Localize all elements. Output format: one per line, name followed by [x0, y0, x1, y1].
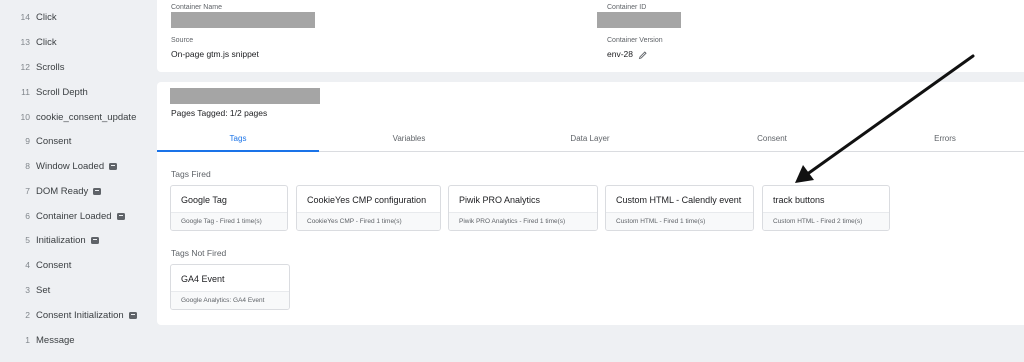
event-label: Consent [36, 135, 72, 147]
redacted-page-title [170, 88, 320, 104]
event-number: 3 [25, 285, 30, 295]
tag-name: track buttons [773, 195, 825, 205]
event-label: Container Loaded [36, 210, 112, 222]
event-label: Scroll Depth [36, 86, 88, 98]
pencil-icon[interactable] [638, 50, 648, 60]
tag-fired-count: Piwik PRO Analytics - Fired 1 time(s) [449, 212, 597, 230]
gtm-event-badge-icon [116, 212, 125, 220]
not-fired-tag-card[interactable]: GA4 Event Google Analytics: GA4 Event [170, 264, 290, 310]
tag-fired-count: Google Tag - Fired 1 time(s) [171, 212, 287, 230]
sidebar-event-item[interactable]: 10 cookie_consent_update [0, 106, 155, 128]
sidebar-event-item[interactable]: 2 Consent Initialization [0, 304, 155, 326]
tab-errors[interactable]: Errors [865, 126, 1024, 152]
tab-consent[interactable]: Consent [692, 126, 852, 152]
sidebar-event-item[interactable]: 14 Click [0, 6, 155, 28]
tab-data-layer[interactable]: Data Layer [510, 126, 670, 152]
sidebar-event-item[interactable]: 13 Click [0, 31, 155, 53]
event-label: Consent [36, 259, 72, 271]
event-label: Set [36, 284, 51, 296]
gtm-event-badge-icon [128, 311, 137, 319]
gtm-event-badge-icon [90, 236, 99, 244]
container-version-value: env-28 [607, 49, 633, 59]
event-label: Click [36, 11, 57, 23]
sidebar-event-item[interactable]: 3 Set [0, 279, 155, 301]
sidebar-event-item[interactable]: 9 Consent [0, 130, 155, 152]
tag-name: GA4 Event [181, 274, 225, 284]
event-label: Consent Initialization [36, 309, 124, 321]
tag-name: Google Tag [181, 195, 227, 205]
event-label: Click [36, 36, 57, 48]
event-label: cookie_consent_update [36, 111, 137, 123]
event-number: 4 [25, 260, 30, 270]
event-number: 2 [25, 310, 30, 320]
container-version-label: Container Version [607, 37, 663, 44]
tags-fired-heading: Tags Fired [171, 169, 211, 179]
sidebar-event-item[interactable]: 12 Scrolls [0, 56, 155, 78]
tab-tags[interactable]: Tags [157, 126, 319, 152]
tag-name: CookieYes CMP configuration [307, 195, 427, 205]
fired-tag-card[interactable]: Piwik PRO Analytics Piwik PRO Analytics … [448, 185, 598, 231]
sidebar-event-item[interactable]: 6 Container Loaded [0, 205, 155, 227]
event-label: Scrolls [36, 61, 65, 73]
event-label: Initialization [36, 234, 86, 246]
tags-not-fired-heading: Tags Not Fired [171, 248, 227, 258]
tag-fired-count: CookieYes CMP - Fired 1 time(s) [297, 212, 440, 230]
event-number: 13 [20, 37, 30, 47]
pages-tagged: Pages Tagged: 1/2 pages [171, 108, 268, 118]
event-number: 12 [20, 62, 30, 72]
event-number: 9 [25, 136, 30, 146]
event-number: 6 [25, 211, 30, 221]
sidebar-event-item[interactable]: 4 Consent [0, 254, 155, 276]
event-timeline-sidebar: 14 Click 13 Click 12 Scrolls 11 Scroll D… [0, 0, 155, 362]
event-number: 11 [21, 87, 30, 97]
fired-tag-card[interactable]: CookieYes CMP configuration CookieYes CM… [296, 185, 441, 231]
tag-fired-count: Custom HTML - Fired 1 time(s) [606, 212, 753, 230]
container-name-label: Container Name [171, 4, 222, 11]
event-number: 14 [20, 12, 30, 22]
sidebar-event-item[interactable]: 7 DOM Ready [0, 180, 155, 202]
sidebar-event-item[interactable]: 8 Window Loaded [0, 155, 155, 177]
fired-tag-card[interactable]: Google Tag Google Tag - Fired 1 time(s) [170, 185, 288, 231]
event-number: 8 [25, 161, 30, 171]
event-number: 1 [25, 335, 30, 345]
event-label: DOM Ready [36, 185, 89, 197]
source-label: Source [171, 37, 194, 44]
event-number: 10 [20, 112, 30, 122]
gtm-event-badge-icon [93, 187, 102, 195]
event-label: Message [36, 334, 75, 346]
sidebar-event-item[interactable]: 11 Scroll Depth [0, 81, 155, 103]
tag-summary-card: Pages Tagged: 1/2 pages Tags Variables D… [157, 82, 1024, 325]
event-number: 5 [25, 235, 30, 245]
tag-fired-count: Custom HTML - Fired 2 time(s) [763, 212, 889, 230]
event-label: Window Loaded [36, 160, 105, 172]
tag-type: Google Analytics: GA4 Event [171, 291, 289, 309]
tag-name: Custom HTML - Calendly event [616, 195, 742, 205]
tab-bar: Tags Variables Data Layer Consent Errors [157, 126, 1024, 152]
tab-variables[interactable]: Variables [329, 126, 489, 152]
sidebar-event-item[interactable]: 1 Message [0, 329, 155, 351]
sidebar-event-item[interactable]: 5 Initialization [0, 229, 155, 251]
source-value: On-page gtm.js snippet [171, 49, 259, 59]
fired-tag-card[interactable]: Custom HTML - Calendly event Custom HTML… [605, 185, 754, 231]
event-number: 7 [25, 186, 30, 196]
fired-tag-card[interactable]: track buttons Custom HTML - Fired 2 time… [762, 185, 890, 231]
tag-name: Piwik PRO Analytics [459, 195, 541, 205]
redacted-container-name [171, 12, 315, 28]
redacted-container-id [597, 12, 681, 28]
gtm-event-badge-icon [109, 162, 118, 170]
container-info-card: Container Name Container ID Source On-pa… [157, 0, 1024, 72]
container-id-label: Container ID [607, 4, 647, 11]
